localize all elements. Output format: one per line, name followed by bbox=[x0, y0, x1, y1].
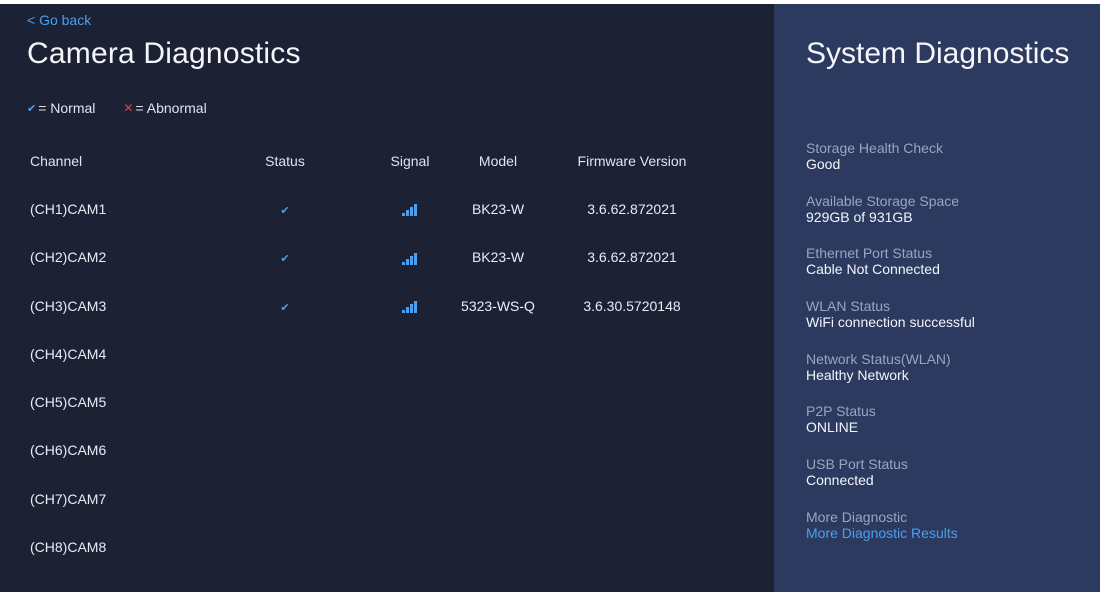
channel-name: (CH6)CAM6 bbox=[30, 442, 107, 459]
table-row: (CH5)CAM5 bbox=[30, 393, 710, 441]
check-icon: ✔ bbox=[27, 102, 37, 115]
system-status-value: Cable Not Connected bbox=[806, 261, 940, 278]
system-status-list: Storage Health Check Good Available Storag… bbox=[806, 140, 1086, 562]
system-status-value: ONLINE bbox=[806, 419, 859, 436]
signal-bars-icon bbox=[402, 204, 417, 217]
system-status-label: Storage Health Check bbox=[806, 140, 943, 156]
legend-abnormal: ✕ = Abnormal bbox=[123, 100, 206, 116]
signal-bars-icon bbox=[402, 300, 417, 313]
channel-name: (CH4)CAM4 bbox=[30, 345, 107, 362]
system-status-label: Available Storage Space bbox=[806, 192, 960, 209]
channel-name: (CH8)CAM8 bbox=[30, 539, 107, 556]
model-cell: 5323-WS-Q bbox=[461, 297, 535, 314]
signal-cell bbox=[382, 200, 438, 218]
channel-name: (CH5)CAM5 bbox=[30, 394, 107, 411]
signal-cell bbox=[382, 297, 438, 315]
system-status-label: USB Port Status bbox=[806, 456, 908, 473]
system-title: System Diagnostics bbox=[806, 37, 1070, 70]
channel-name: (CH2)CAM2 bbox=[30, 249, 107, 266]
table-row: (CH2)CAM2 ✔ BK23-W 3.6.62.872021 bbox=[30, 248, 710, 296]
channel-name: (CH1)CAM1 bbox=[30, 201, 107, 217]
status-cell: ✔ bbox=[250, 200, 320, 220]
cross-icon: ✕ bbox=[123, 101, 134, 115]
table-row: (CH6)CAM6 bbox=[30, 441, 710, 489]
camera-rows: (CH1)CAM1 ✔ BK23-W 3.6.62.872021 (CH2)CAM2 ✔ B… bbox=[30, 200, 710, 586]
camera-table: Channel Status Signal Model Firmware Ver… bbox=[30, 152, 710, 586]
system-status-item: More Diagnostic More Diagnostic Results bbox=[806, 509, 1086, 562]
check-icon: ✔ bbox=[280, 301, 290, 314]
column-header-status: Status bbox=[265, 153, 305, 169]
table-row: (CH4)CAM4 bbox=[30, 345, 710, 393]
firmware-cell: 3.6.30.5720148 bbox=[583, 297, 681, 314]
system-status-label: WLAN Status bbox=[806, 298, 891, 315]
signal-cell bbox=[382, 248, 438, 266]
camera-diagnostics-panel: < Go back Camera Diagnostics ✔ = Normal … bbox=[0, 4, 774, 592]
status-cell: ✔ bbox=[250, 297, 320, 317]
system-status-item: WLAN Status WiFi connection successful bbox=[806, 298, 1086, 351]
system-status-item: P2P Status ONLINE bbox=[806, 403, 1086, 456]
diagnostics-screen: < Go back Camera Diagnostics ✔ = Normal … bbox=[0, 4, 1100, 592]
page-title: Camera Diagnostics bbox=[27, 37, 301, 70]
system-status-item: Network Status(WLAN) Healthy Network bbox=[806, 351, 1086, 404]
system-status-value: Healthy Network bbox=[806, 366, 909, 383]
system-status-item: Storage Health Check Good bbox=[806, 140, 1086, 193]
table-header: Channel Status Signal Model Firmware Ver… bbox=[30, 152, 710, 200]
system-diagnostics-panel: System Diagnostics Storage Health Check G… bbox=[774, 4, 1100, 592]
model-cell: BK23-W bbox=[471, 249, 525, 266]
go-back-link[interactable]: < Go back bbox=[27, 12, 91, 28]
status-legend: ✔ = Normal ✕ = Abnormal bbox=[27, 100, 235, 116]
status-cell: ✔ bbox=[250, 248, 320, 268]
column-header-channel: Channel bbox=[30, 153, 83, 169]
system-status-label: More Diagnostic bbox=[806, 508, 908, 525]
system-status-value: 929GB of 931GB bbox=[806, 208, 913, 225]
legend-abnormal-label: = Abnormal bbox=[135, 100, 207, 116]
table-row: (CH3)CAM3 ✔ 5323-WS-Q 3.6.30.5720148 bbox=[30, 297, 710, 345]
system-status-item: Available Storage Space 929GB of 931GB bbox=[806, 193, 1086, 246]
system-status-label: Ethernet Port Status bbox=[806, 245, 933, 262]
column-header-firmware: Firmware Version bbox=[577, 153, 687, 169]
column-header-signal: Signal bbox=[390, 153, 430, 169]
system-status-value: Connected bbox=[806, 472, 874, 489]
table-row: (CH7)CAM7 bbox=[30, 490, 710, 538]
legend-normal-label: = Normal bbox=[38, 100, 96, 116]
system-status-value: Good bbox=[806, 156, 841, 172]
firmware-cell: 3.6.62.872021 bbox=[587, 201, 677, 217]
table-row: (CH1)CAM1 ✔ BK23-W 3.6.62.872021 bbox=[30, 200, 710, 248]
firmware-cell: 3.6.62.872021 bbox=[587, 249, 677, 266]
model-cell: BK23-W bbox=[471, 201, 525, 217]
system-status-value: WiFi connection successful bbox=[806, 314, 975, 331]
channel-name: (CH3)CAM3 bbox=[30, 297, 107, 314]
channel-name: (CH7)CAM7 bbox=[30, 490, 107, 507]
signal-bars-icon bbox=[402, 252, 417, 265]
column-header-model: Model bbox=[478, 153, 518, 169]
system-status-item: Ethernet Port Status Cable Not Connected bbox=[806, 245, 1086, 298]
check-icon: ✔ bbox=[280, 253, 290, 266]
legend-normal: ✔ = Normal bbox=[27, 100, 95, 116]
check-icon: ✔ bbox=[280, 205, 290, 217]
table-row: (CH8)CAM8 bbox=[30, 538, 710, 586]
system-status-label: P2P Status bbox=[806, 403, 876, 420]
system-status-item: USB Port Status Connected bbox=[806, 456, 1086, 509]
more-diagnostic-results-link[interactable]: More Diagnostic Results bbox=[806, 525, 1086, 542]
system-status-label: Network Status(WLAN) bbox=[806, 350, 951, 367]
